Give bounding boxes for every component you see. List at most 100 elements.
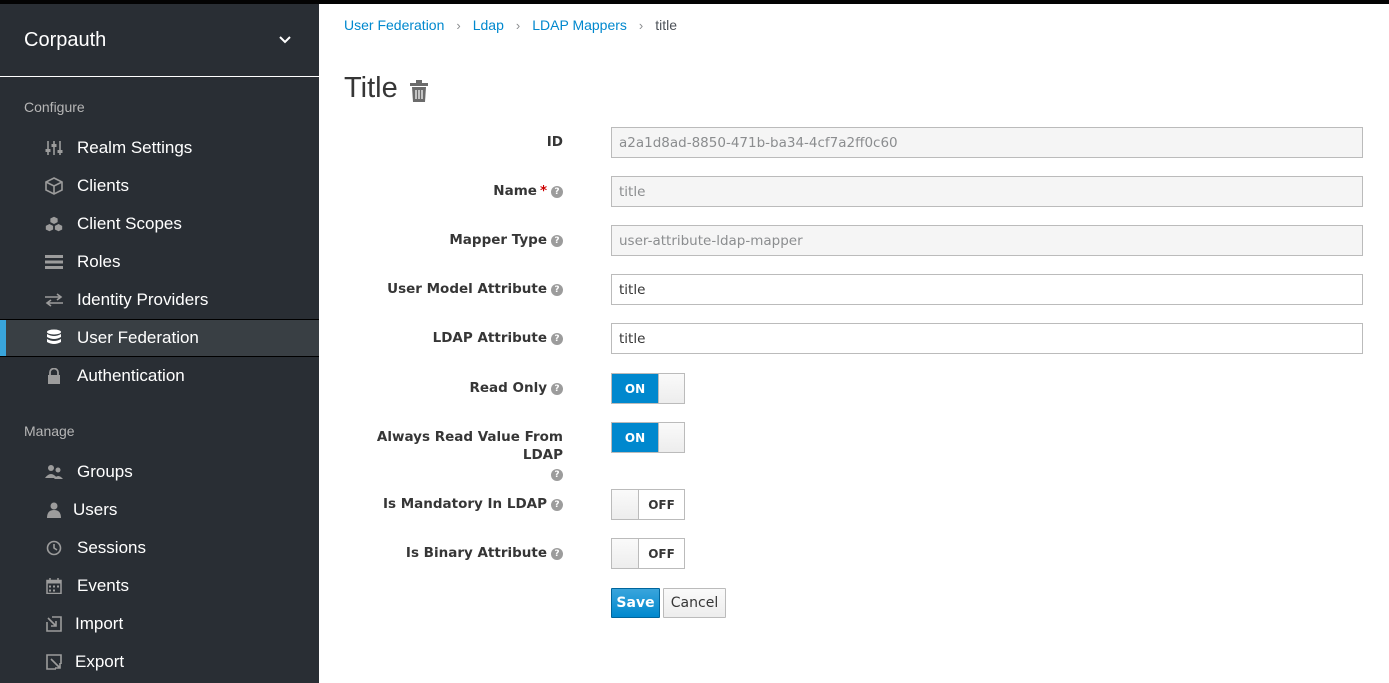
sidebar-item-label: Authentication [77,366,185,385]
list-icon [44,252,64,272]
help-icon[interactable]: ? [551,284,563,296]
breadcrumb-separator: › [515,17,521,33]
breadcrumb-separator: › [638,17,644,33]
sidebar-item-label: Import [75,614,124,633]
form-row-always-read: Always Read Value From LDAP? ON [319,422,1389,481]
user-model-attribute-label: User Model Attribute? [387,280,563,298]
help-icon[interactable]: ? [551,235,563,247]
mapper-type-label: Mapper Type? [449,231,563,249]
save-button[interactable]: Save [611,588,660,618]
form-row-mandatory: Is Mandatory In LDAP? OFF [319,489,1389,520]
read-only-label: Read Only? [469,379,563,397]
form-row-mapper-type: Mapper Type? user-attribute-ldap-mapper [319,225,1389,256]
clock-icon [44,538,64,558]
always-read-toggle[interactable]: ON [611,422,685,453]
sidebar-item-users[interactable]: Users [0,491,319,529]
sidebar-item-export[interactable]: Export [0,643,319,681]
page-title: Title [344,72,430,105]
configure-label: Configure [24,99,85,115]
page-title-text: Title [344,72,398,104]
sidebar-item-events[interactable]: Events [0,567,319,605]
breadcrumb-current: title [655,17,678,33]
user-icon [44,500,64,520]
chevron-down-icon [275,30,295,50]
import-icon [44,614,64,634]
breadcrumb-separator: › [456,17,461,33]
form-row-binary: Is Binary Attribute? OFF [319,538,1389,569]
sidebar-item-authentication[interactable]: Authentication [0,357,319,395]
realm-name: Corpauth [24,28,107,51]
lock-icon [44,366,64,386]
id-field[interactable]: a2a1d8ad-8850-471b-ba34-4cf7a2ff0c60 [611,127,1363,158]
toggle-state: ON [612,374,658,403]
toggle-knob [658,423,684,452]
users-icon [44,462,64,482]
name-label: Name *? [493,182,563,200]
sidebar-item-user-federation[interactable]: User Federation [0,319,319,357]
sidebar-item-clients[interactable]: Clients [0,167,319,205]
sidebar-item-label: Realm Settings [77,138,193,157]
form-row-read-only: Read Only? ON [319,373,1389,404]
sidebar-item-sessions[interactable]: Sessions [0,529,319,567]
toggle-knob [612,490,639,519]
user-model-attribute-input[interactable]: title [611,274,1363,305]
sidebar-item-label: User Federation [77,328,199,347]
form-actions: Save Cancel [319,588,1389,618]
mandatory-toggle[interactable]: OFF [611,489,685,520]
help-icon[interactable]: ? [551,499,563,511]
sidebar-item-label: Export [75,652,125,671]
always-read-label: Always Read Value From LDAP? [376,429,563,481]
help-icon[interactable]: ? [551,186,563,198]
toggle-state: OFF [648,546,675,561]
export-icon [44,652,64,672]
sidebar-item-label: Clients [77,176,129,195]
name-field[interactable]: title [611,176,1363,207]
form-row-user-model-attribute: User Model Attribute? title [319,274,1389,305]
realm-selector[interactable]: Corpauth [0,4,319,77]
form-row-id: ID a2a1d8ad-8850-471b-ba34-4cf7a2ff0c60 [319,127,1389,158]
help-icon[interactable]: ? [551,548,563,560]
breadcrumb-ldap-mappers[interactable]: LDAP Mappers [532,17,627,33]
toggle-state: ON [612,423,658,452]
form-row-name: Name *? title [319,176,1389,207]
help-icon[interactable]: ? [551,469,563,481]
sidebar: Corpauth Configure Realm Settings Client… [0,4,319,683]
breadcrumb-ldap[interactable]: Ldap [473,17,504,33]
binary-label: Is Binary Attribute? [406,544,563,562]
binary-toggle[interactable]: OFF [611,538,685,569]
sidebar-item-label: Client Scopes [77,214,182,233]
read-only-toggle[interactable]: ON [611,373,685,404]
sidebar-item-groups[interactable]: Groups [0,453,319,491]
toggle-knob [658,374,684,403]
form-row-ldap-attribute: LDAP Attribute? title [319,323,1389,354]
sliders-icon [44,138,64,158]
cubes-icon [44,214,64,234]
manage-label: Manage [24,423,75,439]
sidebar-item-import[interactable]: Import [0,605,319,643]
breadcrumb: User Federation › Ldap › LDAP Mappers › … [344,17,677,33]
id-label: ID [546,134,563,150]
help-icon[interactable]: ? [551,333,563,345]
mapper-type-field[interactable]: user-attribute-ldap-mapper [611,225,1363,256]
trash-icon[interactable] [409,79,430,103]
breadcrumb-user-federation[interactable]: User Federation [344,17,444,33]
sidebar-item-roles[interactable]: Roles [0,243,319,281]
help-icon[interactable]: ? [551,383,563,395]
toggle-state: OFF [648,497,675,512]
calendar-icon [44,576,64,596]
main-content: User Federation › Ldap › LDAP Mappers › … [319,4,1389,683]
sidebar-item-identity-providers[interactable]: Identity Providers [0,281,319,319]
ldap-attribute-input[interactable]: title [611,323,1363,354]
sidebar-item-label: Groups [77,462,133,481]
sidebar-item-client-scopes[interactable]: Client Scopes [0,205,319,243]
sidebar-item-label: Sessions [77,538,146,557]
database-icon [44,328,64,348]
cancel-button[interactable]: Cancel [663,588,726,618]
sidebar-item-realm-settings[interactable]: Realm Settings [0,129,319,167]
sidebar-item-label: Users [73,500,118,519]
ldap-attribute-label: LDAP Attribute? [433,329,563,347]
sidebar-item-label: Roles [77,252,121,271]
toggle-knob [612,539,639,568]
mandatory-label: Is Mandatory In LDAP? [383,495,563,513]
sidebar-item-label: Events [77,576,129,595]
